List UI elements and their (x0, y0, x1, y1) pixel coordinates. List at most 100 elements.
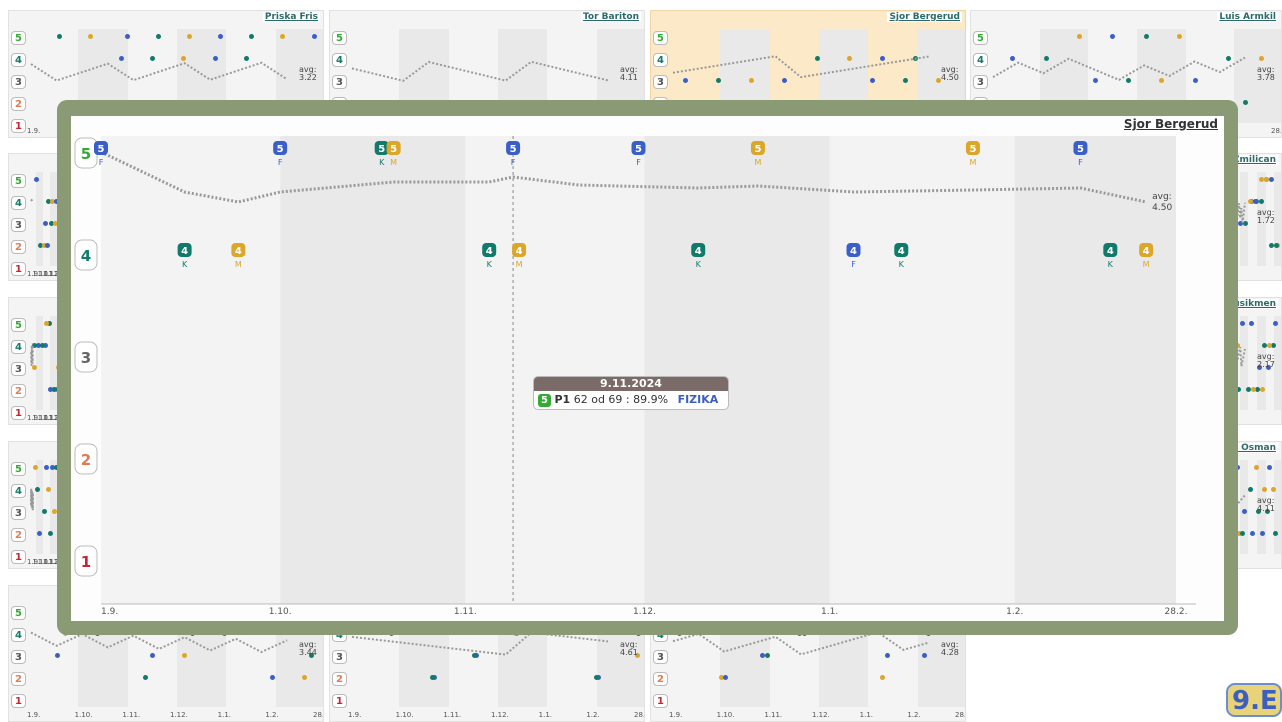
panel-date-tick: 28.2. (313, 711, 324, 719)
grade-marker-value: 4 (181, 246, 188, 257)
grade-marker-value: 4 (898, 246, 905, 257)
panel-student-name[interactable]: Priska Fris (262, 12, 320, 22)
average-value: 4.50 (1152, 203, 1172, 213)
panel-average: avg: 4.61 (620, 640, 638, 657)
panel-average: avg: 1.72 (1257, 208, 1275, 225)
grade-marker-subject: M (1143, 260, 1150, 269)
panel-date-tick: 1.10. (74, 711, 93, 719)
focused-chart-area: Sjor Bergerud 5 4 3 2 1 1.9. 1.10. 1.11. 1.12. 1.… (71, 116, 1224, 621)
panel-date-tick: 1.9. (27, 711, 41, 719)
grade-marker-value: 5 (1077, 144, 1084, 155)
grade-marker-subject: F (511, 158, 516, 167)
month-band (101, 136, 281, 604)
month-band (280, 136, 466, 604)
panel-date-axis: 1.9. 1.10. 1.11. 1.12. 1.1. 1.2. 28.2. (348, 711, 645, 721)
grade-marker-subject: K (182, 260, 188, 269)
month-band (644, 136, 830, 604)
grade-marker-value: 4 (486, 246, 493, 257)
tooltip-subject: FIZIKA (677, 393, 719, 406)
grade-marker-subject: K (696, 260, 702, 269)
panel-date-tick: 1.11. (443, 711, 462, 719)
panel-average: avg: 3.22 (299, 65, 317, 82)
x-tick-label: 1.2. (1006, 607, 1023, 617)
grade-marker-subject: F (851, 260, 856, 269)
panel-date-tick: 1.2. (586, 711, 600, 719)
grade-marker-value: 4 (695, 246, 702, 257)
grade-marker-subject: K (1108, 260, 1114, 269)
grade-marker-value: 5 (510, 144, 517, 155)
panel-average: avg: 4.28 (941, 640, 959, 657)
panel-date-tick: 28.2. (1271, 127, 1282, 135)
panel-date-axis: 1.9. 1.10. 1.11. 1.12. 1.1. 1.2. 28.2. (27, 711, 324, 721)
panel-average: avg: 3.78 (1257, 65, 1275, 82)
month-band (829, 136, 1015, 604)
grade-marker-subject: K (899, 260, 905, 269)
class-badge[interactable]: 9.E (1226, 683, 1282, 717)
panel-date-tick: 1.12. (170, 711, 188, 719)
grade-marker-value: 4 (1107, 246, 1114, 257)
grade-marker-value: 5 (378, 144, 385, 155)
y-level-label: 3 (81, 349, 91, 367)
panel-average: avg: 4.50 (941, 65, 959, 82)
panel-date-tick: 1.9. (348, 711, 362, 719)
x-tick-label: 1.9. (101, 607, 118, 617)
tooltip-period: P1 (554, 393, 571, 406)
panel-date-tick: 1.9. (669, 711, 683, 719)
grade-marker-subject: M (235, 260, 242, 269)
average-label: avg: (1152, 192, 1172, 202)
panel-date-tick: 1.10. (716, 711, 735, 719)
panel-date-tick: 1.1. (217, 711, 232, 719)
panel-student-name[interactable]: Luis Armkil (1217, 12, 1278, 22)
panel-date-tick: 28.2. (955, 711, 966, 719)
grade-marker-value: 4 (1143, 246, 1150, 257)
panel-date-tick: 1.2. (907, 711, 921, 719)
grade-tooltip: 9.11.2024 5 P1 62 od 69 : 89.9% FIZIKA (534, 377, 728, 409)
grade-marker-subject: F (278, 158, 283, 167)
panel-date-tick: 1.2. (265, 711, 279, 719)
y-level-label: 1 (81, 553, 91, 571)
panel-average: avg: 3.44 (299, 640, 317, 657)
grade-marker-value: 4 (850, 246, 857, 257)
grade-marker-value: 4 (235, 246, 242, 257)
x-tick-label: 1.1. (821, 607, 838, 617)
grade-timeline-chart: 5 4 3 2 1 1.9. 1.10. 1.11. 1.12. 1.1. 1.2. 28.2. avg… (74, 136, 1196, 617)
panel-average: avg: 4.11 (620, 65, 638, 82)
y-level-label: 2 (81, 451, 91, 469)
tooltip-grade-badge: 5 (538, 393, 551, 407)
panel-date-tick: 1.1. (859, 711, 874, 719)
panel-average: avg: 2.17 (1257, 352, 1275, 369)
tooltip-body: 5 P1 62 od 69 : 89.9% FIZIKA (534, 391, 728, 409)
panel-student-name[interactable]: Sjor Bergerud (887, 12, 962, 22)
y-level-label: 4 (81, 247, 91, 265)
grade-marker-subject: M (969, 158, 976, 167)
grade-marker-subject: M (754, 158, 761, 167)
grade-marker-subject: M (390, 158, 397, 167)
tooltip-date: 9.11.2024 (534, 377, 728, 391)
x-tick-label: 1.12. (633, 607, 656, 617)
focused-student-overlay[interactable]: Sjor Bergerud 5 4 3 2 1 1.9. 1.10. 1.11. 1.12. 1.… (57, 100, 1238, 635)
grade-marker-subject: F (636, 158, 641, 167)
panel-student-name[interactable]: Tor Bariton (580, 12, 641, 22)
panel-date-tick: 1.12. (491, 711, 509, 719)
grade-marker-value: 5 (277, 144, 284, 155)
month-band (465, 136, 645, 604)
grade-marker-value: 5 (969, 144, 976, 155)
x-tick-label: 28.2. (1165, 607, 1188, 617)
grade-marker-value: 5 (390, 144, 397, 155)
grade-marker-subject: K (379, 158, 385, 167)
y-level-label: 5 (81, 145, 91, 163)
grade-marker-value: 5 (635, 144, 642, 155)
panel-date-tick: 28.2. (634, 711, 645, 719)
x-tick-label: 1.10. (269, 607, 292, 617)
grade-marker-subject: F (99, 158, 104, 167)
tooltip-detail: 62 od 69 : 89.9% (573, 393, 669, 406)
panel-date-tick: 1.11. (122, 711, 141, 719)
panel-date-axis: 1.9. 1.10. 1.11. 1.12. 1.1. 1.2. 28.2. (669, 711, 966, 721)
panel-date-tick: 1.11. (764, 711, 783, 719)
panel-date-tick: 1.10. (395, 711, 414, 719)
grade-marker-value: 5 (754, 144, 761, 155)
panel-date-tick: 1.1. (538, 711, 553, 719)
panel-date-tick: 1.12. (812, 711, 830, 719)
panel-date-tick: 1.9. (27, 127, 41, 135)
grade-marker-subject: M (516, 260, 523, 269)
